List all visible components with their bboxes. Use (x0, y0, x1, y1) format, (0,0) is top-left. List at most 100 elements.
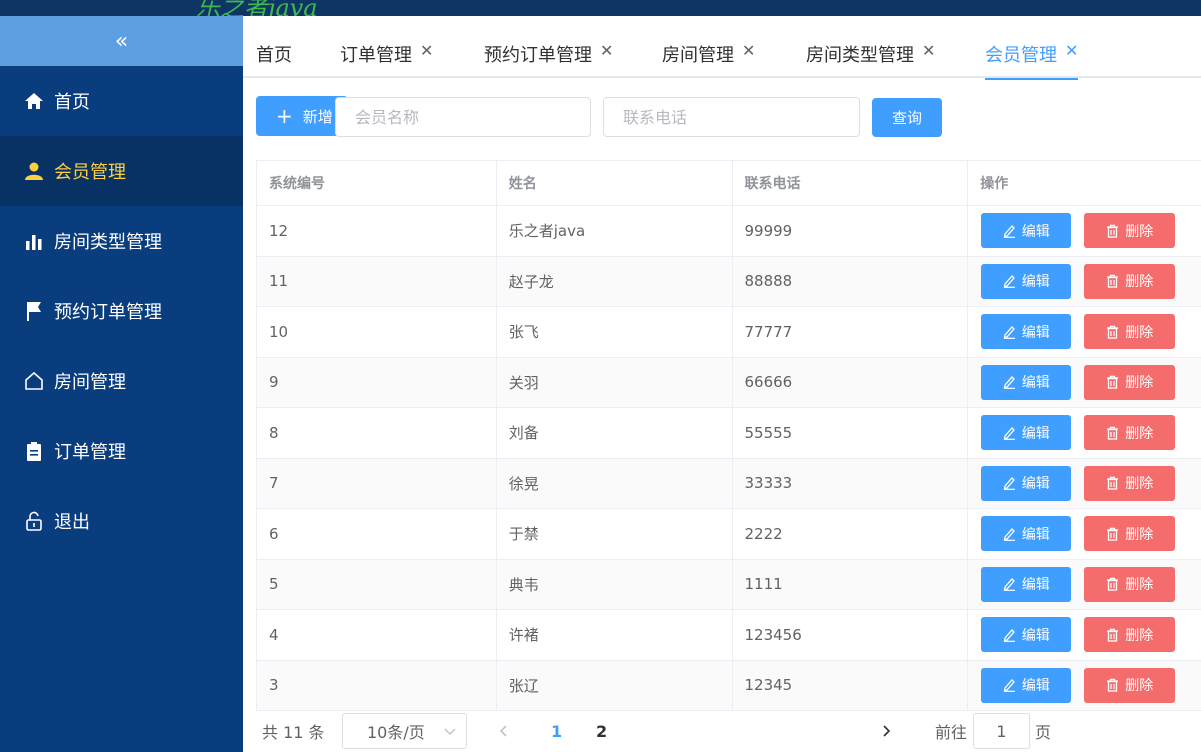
edit-icon (1003, 679, 1015, 693)
delete-button[interactable]: 删除 (1084, 566, 1176, 602)
edit-button[interactable]: 编辑 (981, 364, 1072, 400)
edit-button[interactable]: 编辑 (981, 465, 1072, 501)
sidebar-item-label: 房间类型管理 (54, 232, 162, 253)
delete-button[interactable]: 删除 (1084, 465, 1176, 501)
delete-button[interactable]: 删除 (1084, 415, 1176, 451)
tab-label: 首页 (256, 45, 292, 66)
cell-name: 刘备 (497, 408, 733, 458)
edit-button[interactable]: 编辑 (981, 667, 1072, 703)
sidebar-item-2[interactable]: 房间类型管理 (0, 206, 243, 276)
close-icon[interactable]: ✕ (1065, 41, 1078, 60)
cell-phone: 2222 (733, 509, 969, 559)
sidebar-item-4[interactable]: 房间管理 (0, 346, 243, 416)
cell-name: 张飞 (497, 307, 733, 357)
sidebar-collapse-button[interactable]: « (0, 16, 243, 66)
edit-button[interactable]: 编辑 (981, 415, 1072, 451)
cell-id: 3 (257, 660, 497, 710)
delete-button[interactable]: 删除 (1084, 314, 1176, 350)
prev-page-button[interactable] (499, 713, 509, 749)
edit-button[interactable]: 编辑 (981, 566, 1072, 602)
table-row: 5 典韦 1111 编辑 删除 (257, 559, 1201, 610)
edit-button-label: 编辑 (1021, 274, 1050, 291)
cell-phone: 123456 (733, 610, 969, 660)
table-row: 4 许褚 123456 编辑 删除 (257, 610, 1201, 661)
add-button-label: 新增 (302, 107, 333, 126)
chevron-right-icon (883, 725, 891, 737)
delete-button[interactable]: 删除 (1084, 667, 1176, 703)
sidebar-item-5[interactable]: 订单管理 (0, 416, 243, 486)
tab-label: 房间类型管理 (806, 45, 914, 66)
phone-input[interactable] (603, 97, 860, 137)
table-row: 8 刘备 55555 编辑 删除 (257, 408, 1201, 459)
cell-actions: 编辑 删除 (968, 560, 1201, 610)
table-header: 系统编号 姓名 联系电话 操作 (257, 161, 1201, 206)
page-number[interactable]: 1 (551, 713, 562, 749)
tab-0[interactable]: 首页 (256, 41, 292, 78)
edit-button-label: 编辑 (1021, 223, 1050, 240)
cell-actions: 编辑 删除 (968, 610, 1201, 660)
edit-button-label: 编辑 (1021, 375, 1050, 392)
sidebar-item-6[interactable]: 退出 (0, 486, 243, 556)
sidebar-item-1[interactable]: 会员管理 (0, 136, 243, 206)
edit-button[interactable]: 编辑 (981, 617, 1072, 653)
delete-button[interactable]: 删除 (1084, 263, 1176, 299)
edit-button[interactable]: 编辑 (981, 213, 1072, 249)
sidebar-item-label: 预约订单管理 (54, 302, 162, 323)
edit-button-label: 编辑 (1021, 627, 1050, 644)
close-icon[interactable]: ✕ (742, 41, 755, 60)
cell-actions: 编辑 删除 (968, 206, 1201, 256)
page-size-select[interactable]: 10条/页 (342, 713, 467, 749)
edit-icon (1003, 325, 1015, 339)
close-icon[interactable]: ✕ (420, 41, 433, 60)
sidebar-item-0[interactable]: 首页 (0, 66, 243, 136)
total-count: 共 11 条 (262, 723, 325, 742)
delete-button[interactable]: 删除 (1084, 516, 1176, 552)
edit-button[interactable]: 编辑 (981, 314, 1072, 350)
table-row: 12 乐之者java 99999 编辑 删除 (257, 206, 1201, 257)
cell-name: 许褚 (497, 610, 733, 660)
member-name-input[interactable] (335, 97, 591, 137)
delete-button-label: 删除 (1125, 678, 1154, 695)
delete-button[interactable]: 删除 (1084, 213, 1176, 249)
edit-button[interactable]: 编辑 (981, 516, 1072, 552)
tab-3[interactable]: 房间管理 ✕ (662, 41, 755, 78)
delete-button-label: 删除 (1125, 627, 1154, 644)
trash-icon (1107, 628, 1119, 642)
sidebar-item-3[interactable]: 预约订单管理 (0, 276, 243, 346)
cell-name: 关羽 (497, 357, 733, 407)
close-icon[interactable]: ✕ (922, 41, 935, 60)
delete-button[interactable]: 删除 (1084, 617, 1176, 653)
tab-bar: 首页 订单管理 ✕ 预约订单管理 ✕ 房间管理 ✕ 房间类型管理 ✕ 会员管理 ✕ (243, 16, 1201, 80)
goto-label: 前往 (935, 723, 968, 742)
plus-icon: + (276, 104, 293, 128)
tab-1[interactable]: 订单管理 ✕ (340, 41, 433, 78)
chevron-left-icon (499, 725, 507, 737)
edit-button-label: 编辑 (1021, 678, 1050, 695)
cell-name: 于禁 (497, 509, 733, 559)
chevron-down-icon (444, 724, 456, 743)
edit-button-label: 编辑 (1021, 577, 1050, 594)
trash-icon (1107, 527, 1119, 541)
column-header: 操作 (980, 176, 1009, 192)
delete-button-label: 删除 (1125, 526, 1154, 543)
tab-4[interactable]: 房间类型管理 ✕ (806, 41, 935, 78)
tab-2[interactable]: 预约订单管理 ✕ (484, 41, 613, 78)
page-number[interactable]: 2 (596, 713, 607, 749)
query-button[interactable]: 查询 (872, 98, 942, 137)
delete-button[interactable]: 删除 (1084, 364, 1176, 400)
table-row: 10 张飞 77777 编辑 删除 (257, 307, 1201, 358)
trash-icon (1107, 375, 1119, 389)
trash-icon (1107, 577, 1119, 591)
tab-5[interactable]: 会员管理 ✕ (985, 41, 1079, 80)
next-page-button[interactable] (881, 713, 891, 749)
close-icon[interactable]: ✕ (600, 41, 613, 60)
tab-label: 房间管理 (662, 45, 734, 66)
cell-id: 10 (257, 307, 497, 357)
goto-page-input[interactable]: 1 (973, 713, 1030, 749)
tab-label: 会员管理 (985, 45, 1057, 66)
home-icon (24, 91, 44, 111)
cell-actions: 编辑 删除 (968, 459, 1201, 509)
user-icon (24, 161, 44, 181)
edit-button[interactable]: 编辑 (981, 263, 1072, 299)
cell-actions: 编辑 删除 (968, 307, 1201, 357)
